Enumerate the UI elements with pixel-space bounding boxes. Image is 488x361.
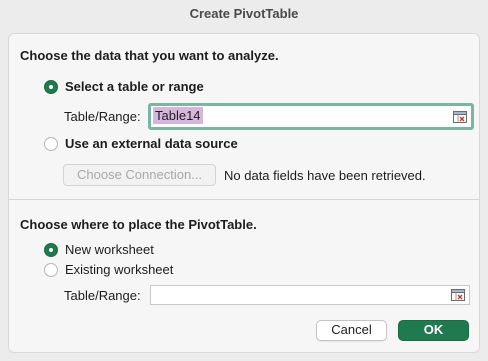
external-source-option[interactable]: Use an external data source [44,136,238,151]
select-table-range-option[interactable]: Select a table or range [44,79,204,94]
radio-selected-icon[interactable] [44,242,58,257]
ok-button[interactable]: OK [398,320,469,341]
placement-range-label: Table/Range: [64,288,141,303]
range-picker-icon[interactable] [453,111,467,123]
table-range-value: Table14 [153,107,203,124]
section-divider [9,199,479,200]
dialog-title: Create PivotTable [189,6,299,21]
new-worksheet-option[interactable]: New worksheet [44,242,154,257]
select-table-range-label: Select a table or range [65,79,204,94]
radio-selected-icon[interactable] [44,79,58,94]
data-source-heading: Choose the data that you want to analyze… [20,48,279,63]
external-source-label: Use an external data source [65,136,238,151]
table-range-input[interactable]: Table14 [148,103,474,130]
existing-worksheet-option[interactable]: Existing worksheet [44,262,173,277]
range-picker-icon[interactable] [451,289,465,301]
connection-status-note: No data fields have been retrieved. [224,168,426,183]
existing-worksheet-label: Existing worksheet [65,262,174,277]
placement-range-input[interactable] [150,285,470,305]
placement-heading: Choose where to place the PivotTable. [20,217,257,232]
radio-unselected-icon[interactable] [44,262,58,277]
create-pivottable-dialog: Create PivotTable Choose the data that y… [0,0,488,361]
cancel-button[interactable]: Cancel [316,320,387,341]
dialog-panel: Choose the data that you want to analyze… [8,33,480,353]
new-worksheet-label: New worksheet [65,242,154,257]
table-range-label: Table/Range: [64,109,141,124]
radio-unselected-icon[interactable] [44,136,58,151]
choose-connection-button[interactable]: Choose Connection... [63,164,216,186]
